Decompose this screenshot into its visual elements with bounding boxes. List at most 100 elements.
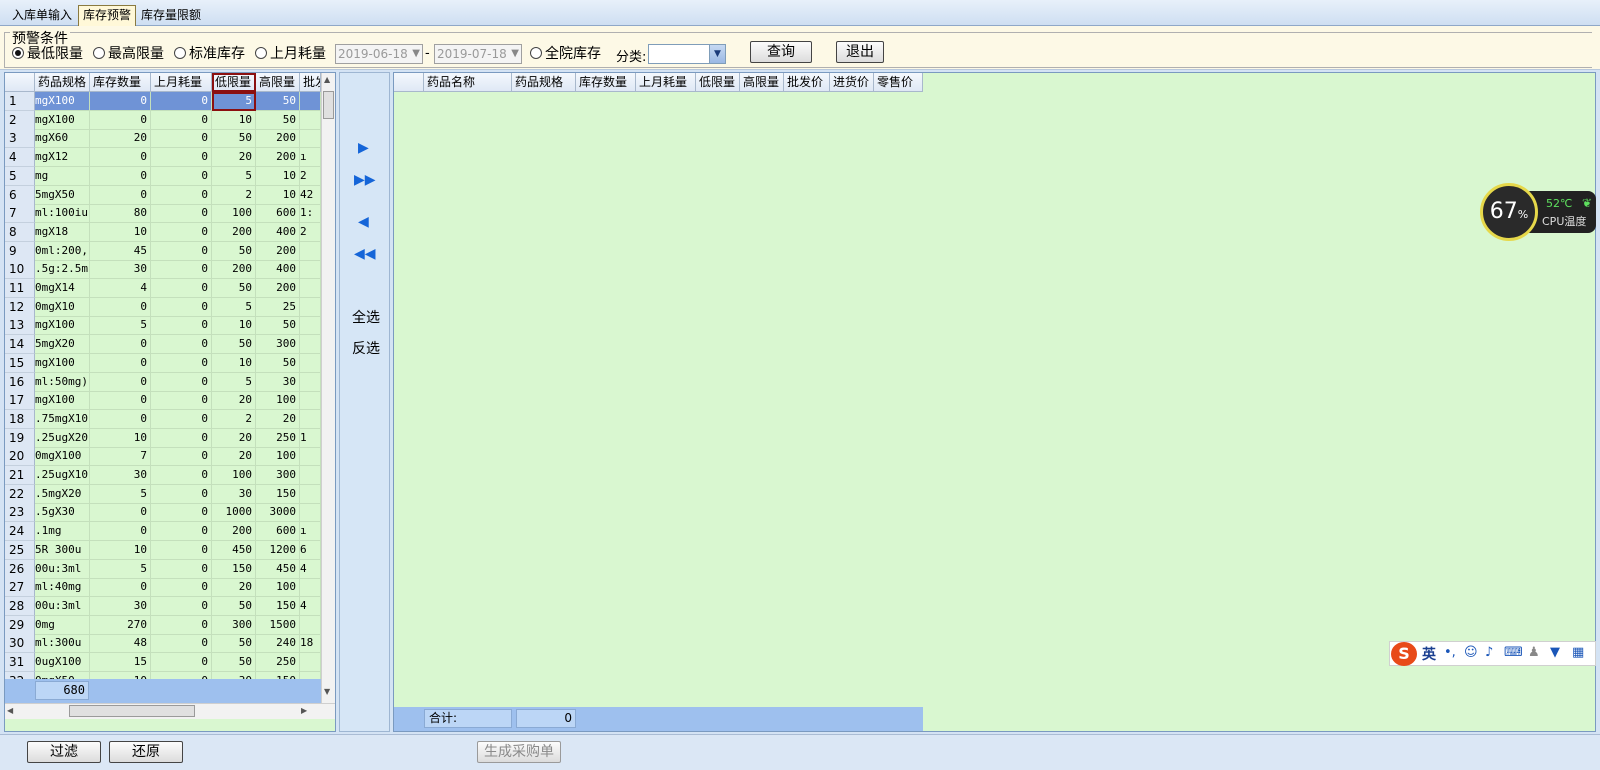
cell-spec[interactable]: 0ugX100: [35, 653, 90, 672]
row-number[interactable]: 6: [5, 185, 35, 205]
row-number[interactable]: 24: [5, 522, 35, 542]
cell-wholesale[interactable]: [300, 466, 321, 485]
cell-wholesale[interactable]: [300, 297, 321, 317]
col-drug-spec[interactable]: 药品规格: [512, 73, 576, 92]
cell-spec[interactable]: 5mgX20: [35, 335, 90, 355]
cell-stock-qty[interactable]: 80: [90, 204, 151, 224]
cell-last-month-usage[interactable]: 0: [151, 578, 212, 598]
cell-min-limit[interactable]: 50: [212, 129, 256, 149]
row-number[interactable]: 7: [5, 204, 35, 224]
row-number[interactable]: 19: [5, 428, 35, 448]
cell-last-month-usage[interactable]: 0: [151, 297, 212, 317]
cell-max-limit[interactable]: 3000: [256, 503, 300, 523]
cell-wholesale[interactable]: [300, 578, 321, 598]
cell-min-limit[interactable]: 200: [212, 260, 256, 280]
cell-wholesale[interactable]: 1: [300, 428, 321, 448]
cell-stock-qty[interactable]: 0: [90, 185, 151, 205]
row-number[interactable]: 8: [5, 222, 35, 242]
cell-max-limit[interactable]: 30: [256, 372, 300, 392]
cell-stock-qty[interactable]: 5: [90, 484, 151, 504]
cell-max-limit[interactable]: 200: [256, 279, 300, 298]
cell-last-month-usage[interactable]: 0: [151, 279, 212, 298]
cell-stock-qty[interactable]: 5: [90, 559, 151, 579]
cell-min-limit[interactable]: 10: [212, 316, 256, 336]
cell-min-limit[interactable]: 10: [212, 110, 256, 130]
cell-max-limit[interactable]: 50: [256, 92, 300, 111]
row-number[interactable]: 14: [5, 335, 35, 355]
ime-language-toggle[interactable]: 英: [1422, 644, 1436, 664]
chevron-down-icon[interactable]: ▼: [709, 45, 725, 63]
scroll-down-arrow-icon[interactable]: ▼: [324, 687, 330, 696]
cell-min-limit[interactable]: 100: [212, 466, 256, 485]
cell-last-month-usage[interactable]: 0: [151, 596, 212, 616]
cell-max-limit[interactable]: 1500: [256, 615, 300, 635]
cell-wholesale[interactable]: ı: [300, 148, 321, 168]
row-number[interactable]: 2: [5, 110, 35, 130]
table-row[interactable]: 13 mgX100 5 0 10 50: [5, 316, 321, 336]
ime-punctuation-toggle[interactable]: •,: [1444, 645, 1456, 660]
keyboard-icon[interactable]: ⌨: [1504, 645, 1523, 660]
cell-min-limit[interactable]: 2: [212, 409, 256, 429]
table-row[interactable]: 18.75mgX10 0 0 2 20: [5, 409, 321, 429]
cell-last-month-usage[interactable]: 0: [151, 503, 212, 523]
cell-wholesale[interactable]: 18: [300, 634, 321, 654]
radio-min-limit[interactable]: 最低限量: [12, 44, 83, 64]
table-row[interactable]: 3 mgX60 20 0 50 200: [5, 129, 321, 149]
cell-stock-qty[interactable]: 0: [90, 110, 151, 130]
category-select[interactable]: ▼: [648, 44, 726, 64]
cell-min-limit[interactable]: 1000: [212, 503, 256, 523]
cell-min-limit[interactable]: 5: [212, 297, 256, 317]
table-row[interactable]: 5 mg 0 0 5 10 2: [5, 166, 321, 186]
col-max-limit[interactable]: 高限量: [256, 73, 300, 92]
cell-wholesale[interactable]: [300, 484, 321, 504]
toolbox-icon[interactable]: ▦: [1572, 645, 1584, 660]
cell-spec[interactable]: mgX60: [35, 129, 90, 149]
cell-max-limit[interactable]: 600: [256, 522, 300, 542]
col-spec[interactable]: 药品规格: [35, 73, 90, 92]
cell-last-month-usage[interactable]: 0: [151, 166, 212, 186]
sogou-logo-icon[interactable]: S: [1391, 642, 1417, 666]
cell-min-limit[interactable]: 50: [212, 335, 256, 355]
row-number[interactable]: 13: [5, 316, 35, 336]
cell-stock-qty[interactable]: 0: [90, 353, 151, 373]
tab-stock-limit[interactable]: 库存量限额: [137, 6, 205, 25]
radio-last-month-usage[interactable]: 上月耗量: [255, 44, 326, 64]
cell-wholesale[interactable]: [300, 615, 321, 635]
row-number[interactable]: 11: [5, 279, 35, 298]
cell-stock-qty[interactable]: 10: [90, 428, 151, 448]
row-number[interactable]: 22: [5, 484, 35, 504]
col-min-limit[interactable]: 低限量: [212, 73, 256, 92]
table-row[interactable]: 24.1mg 0 0 200 600 ı: [5, 522, 321, 542]
cell-last-month-usage[interactable]: 0: [151, 204, 212, 224]
cell-max-limit[interactable]: 50: [256, 110, 300, 130]
cell-wholesale[interactable]: [300, 316, 321, 336]
cell-spec[interactable]: 0mgX100: [35, 447, 90, 467]
cell-max-limit[interactable]: 100: [256, 391, 300, 411]
cell-wholesale[interactable]: 4: [300, 559, 321, 579]
cell-stock-qty[interactable]: 4: [90, 279, 151, 298]
filter-button[interactable]: 过滤: [27, 741, 101, 763]
cell-max-limit[interactable]: 400: [256, 222, 300, 242]
cell-last-month-usage[interactable]: 0: [151, 372, 212, 392]
cell-last-month-usage[interactable]: 0: [151, 559, 212, 579]
cell-max-limit[interactable]: 100: [256, 447, 300, 467]
date-from-picker[interactable]: 2019-06-18 ▼: [335, 44, 423, 64]
cell-last-month-usage[interactable]: 0: [151, 316, 212, 336]
row-number[interactable]: 5: [5, 166, 35, 186]
row-number[interactable]: 10: [5, 260, 35, 280]
cell-stock-qty[interactable]: 0: [90, 391, 151, 411]
table-row[interactable]: 8 mgX18 10 0 200 400 2: [5, 222, 321, 242]
cell-spec[interactable]: .25ugX10: [35, 466, 90, 485]
cell-max-limit[interactable]: 250: [256, 653, 300, 672]
cell-min-limit[interactable]: 200: [212, 222, 256, 242]
cell-min-limit[interactable]: 20: [212, 578, 256, 598]
emoji-icon[interactable]: ☺: [1464, 645, 1478, 660]
cell-wholesale[interactable]: [300, 92, 321, 111]
move-all-left-icon[interactable]: ◀◀: [354, 247, 376, 261]
cell-min-limit[interactable]: 100: [212, 204, 256, 224]
cell-min-limit[interactable]: 50: [212, 596, 256, 616]
col-retail-price[interactable]: 零售价: [874, 73, 923, 92]
table-row[interactable]: 27 ml:40mg 0 0 20 100: [5, 578, 321, 598]
cell-stock-qty[interactable]: 10: [90, 540, 151, 560]
cell-max-limit[interactable]: 10: [256, 185, 300, 205]
